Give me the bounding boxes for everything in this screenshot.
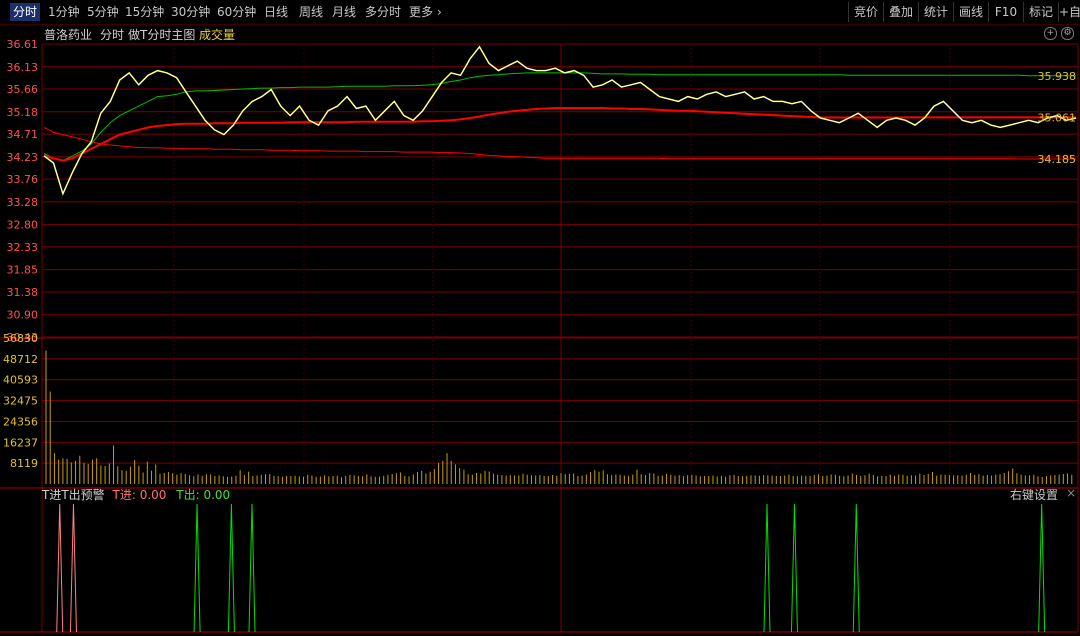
price-tick-label: 34.71 [7, 128, 39, 141]
price-tick-label: 36.13 [7, 61, 39, 74]
line-value-label: 35.938 [1038, 70, 1077, 83]
settings-icon[interactable]: ⚙ [1061, 27, 1074, 40]
price-line [43, 46, 1077, 195]
t-in-signal [56, 503, 64, 633]
price-tick-label: 31.85 [7, 264, 39, 277]
price-tick-label: 33.28 [7, 196, 39, 209]
price-tick-label: 32.33 [7, 241, 39, 254]
volume-tick-label: 40593 [3, 374, 38, 387]
t-out-signal [248, 503, 256, 633]
line-value-label: 35.061 [1038, 111, 1077, 124]
right-click-settings[interactable]: 右键设置 [1010, 486, 1058, 503]
t-out-signal [193, 503, 201, 633]
chart-info-bar: 普洛药业 分时 做T分时主图 成交量 [0, 24, 1080, 43]
volume-tick-label: 24356 [3, 415, 38, 428]
t-in-signal [69, 503, 77, 633]
indicator-header: T进T出预警 T进: 0.00 T出: 0.00 [42, 486, 230, 502]
line-value-label: 34.185 [1038, 153, 1077, 166]
t-out-signal [227, 503, 235, 633]
t-out-signal [763, 503, 771, 633]
t-out-signal [790, 503, 798, 633]
t-out-value: T出: 0.00 [176, 488, 231, 502]
t-out-signal [852, 503, 860, 633]
close-icon[interactable]: × [1066, 486, 1076, 500]
volume-tick-label: 32475 [3, 395, 38, 408]
price-tick-label: 35.66 [7, 83, 39, 96]
price-tick-label: 33.76 [7, 173, 39, 186]
volume-tick-label: 16237 [3, 436, 38, 449]
add-icon[interactable]: + [1044, 27, 1057, 40]
price-tick-label: 32.80 [7, 219, 39, 232]
intraday-chart[interactable]: 36.6136.1335.6635.1834.7134.2333.7633.28… [0, 0, 1080, 636]
price-tick-label: 31.38 [7, 286, 39, 299]
price-tick-label: 35.18 [7, 106, 39, 119]
stock-name: 普洛药业 [44, 28, 93, 42]
price-tick-label: 30.90 [7, 309, 39, 322]
price-tick-label: 34.23 [7, 151, 39, 164]
t-in-value: T进: 0.00 [112, 488, 167, 502]
volume-label: 成交量 [199, 28, 236, 42]
volume-tick-label: 56830 [3, 332, 38, 345]
indicator-title[interactable]: T进T出预警 [42, 488, 105, 502]
red-ma-line [43, 126, 1076, 160]
volume-tick-label: 8119 [10, 457, 38, 470]
chart-mode: 分时 [100, 28, 125, 42]
volume-tick-label: 48712 [3, 353, 38, 366]
chart-formula-name[interactable]: 做T分时主图 [128, 26, 195, 43]
t-out-signal [1038, 503, 1046, 633]
